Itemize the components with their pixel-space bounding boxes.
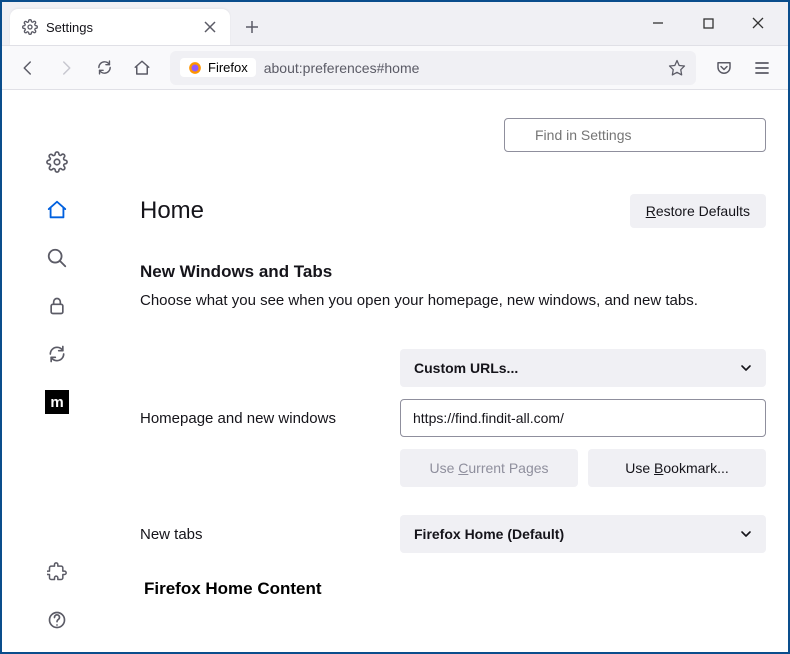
star-icon[interactable] bbox=[668, 59, 686, 77]
reload-button[interactable] bbox=[88, 52, 120, 84]
select-value: Firefox Home (Default) bbox=[414, 526, 564, 542]
sidebar-item-extensions[interactable] bbox=[45, 560, 69, 584]
sidebar-item-more-mozilla[interactable]: m bbox=[45, 390, 69, 414]
restore-defaults-button[interactable]: Restore Defaults bbox=[630, 194, 766, 228]
close-icon[interactable] bbox=[202, 19, 218, 35]
page-title: Home bbox=[140, 197, 204, 225]
sidebar-item-privacy[interactable] bbox=[45, 294, 69, 318]
gear-icon bbox=[22, 19, 38, 35]
chevron-down-icon bbox=[740, 528, 752, 540]
url-text: about:preferences#home bbox=[264, 60, 660, 76]
homepage-url-input[interactable] bbox=[400, 399, 766, 437]
chevron-down-icon bbox=[740, 362, 752, 374]
firefox-home-content-heading: Firefox Home Content bbox=[144, 579, 766, 599]
browser-tab[interactable]: Settings bbox=[10, 9, 230, 45]
new-tab-button[interactable] bbox=[236, 9, 268, 45]
settings-main: Home Restore Defaults New Windows and Ta… bbox=[112, 90, 788, 652]
app-menu-button[interactable] bbox=[746, 52, 778, 84]
close-window-button[interactable] bbox=[736, 1, 780, 45]
pocket-button[interactable] bbox=[708, 52, 740, 84]
sidebar-item-home[interactable] bbox=[45, 198, 69, 222]
find-in-settings-input[interactable] bbox=[504, 118, 766, 152]
sidebar-item-general[interactable] bbox=[45, 150, 69, 174]
use-current-pages-button[interactable]: Use Current Pages bbox=[400, 449, 578, 487]
sidebar-item-sync[interactable] bbox=[45, 342, 69, 366]
maximize-button[interactable] bbox=[686, 1, 730, 45]
sidebar-item-search[interactable] bbox=[45, 246, 69, 270]
homepage-mode-select[interactable]: Custom URLs... bbox=[400, 349, 766, 387]
preferences-content: m Home Restore Defaults New Windows and … bbox=[2, 90, 788, 652]
back-button[interactable] bbox=[12, 52, 44, 84]
address-bar[interactable]: Firefox about:preferences#home bbox=[170, 51, 696, 85]
firefox-logo-icon bbox=[188, 61, 202, 75]
identity-box[interactable]: Firefox bbox=[180, 58, 256, 77]
section-description: Choose what you see when you open your h… bbox=[140, 292, 766, 309]
homepage-label-text: Homepage and new windows bbox=[140, 410, 380, 427]
section-heading: New Windows and Tabs bbox=[140, 262, 766, 282]
newtabs-label: New tabs bbox=[140, 526, 380, 543]
select-value: Custom URLs... bbox=[414, 360, 518, 376]
tab-title: Settings bbox=[46, 20, 194, 35]
nav-toolbar: Firefox about:preferences#home bbox=[2, 46, 788, 90]
forward-button[interactable] bbox=[50, 52, 82, 84]
identity-label: Firefox bbox=[208, 60, 248, 75]
home-button[interactable] bbox=[126, 52, 158, 84]
use-bookmark-button[interactable]: Use Bookmark... bbox=[588, 449, 766, 487]
sidebar-item-support[interactable] bbox=[45, 608, 69, 632]
minimize-button[interactable] bbox=[636, 1, 680, 45]
tab-strip: Settings bbox=[2, 2, 788, 46]
category-sidebar: m bbox=[2, 90, 112, 652]
window-controls bbox=[636, 1, 780, 45]
newtabs-mode-select[interactable]: Firefox Home (Default) bbox=[400, 515, 766, 553]
